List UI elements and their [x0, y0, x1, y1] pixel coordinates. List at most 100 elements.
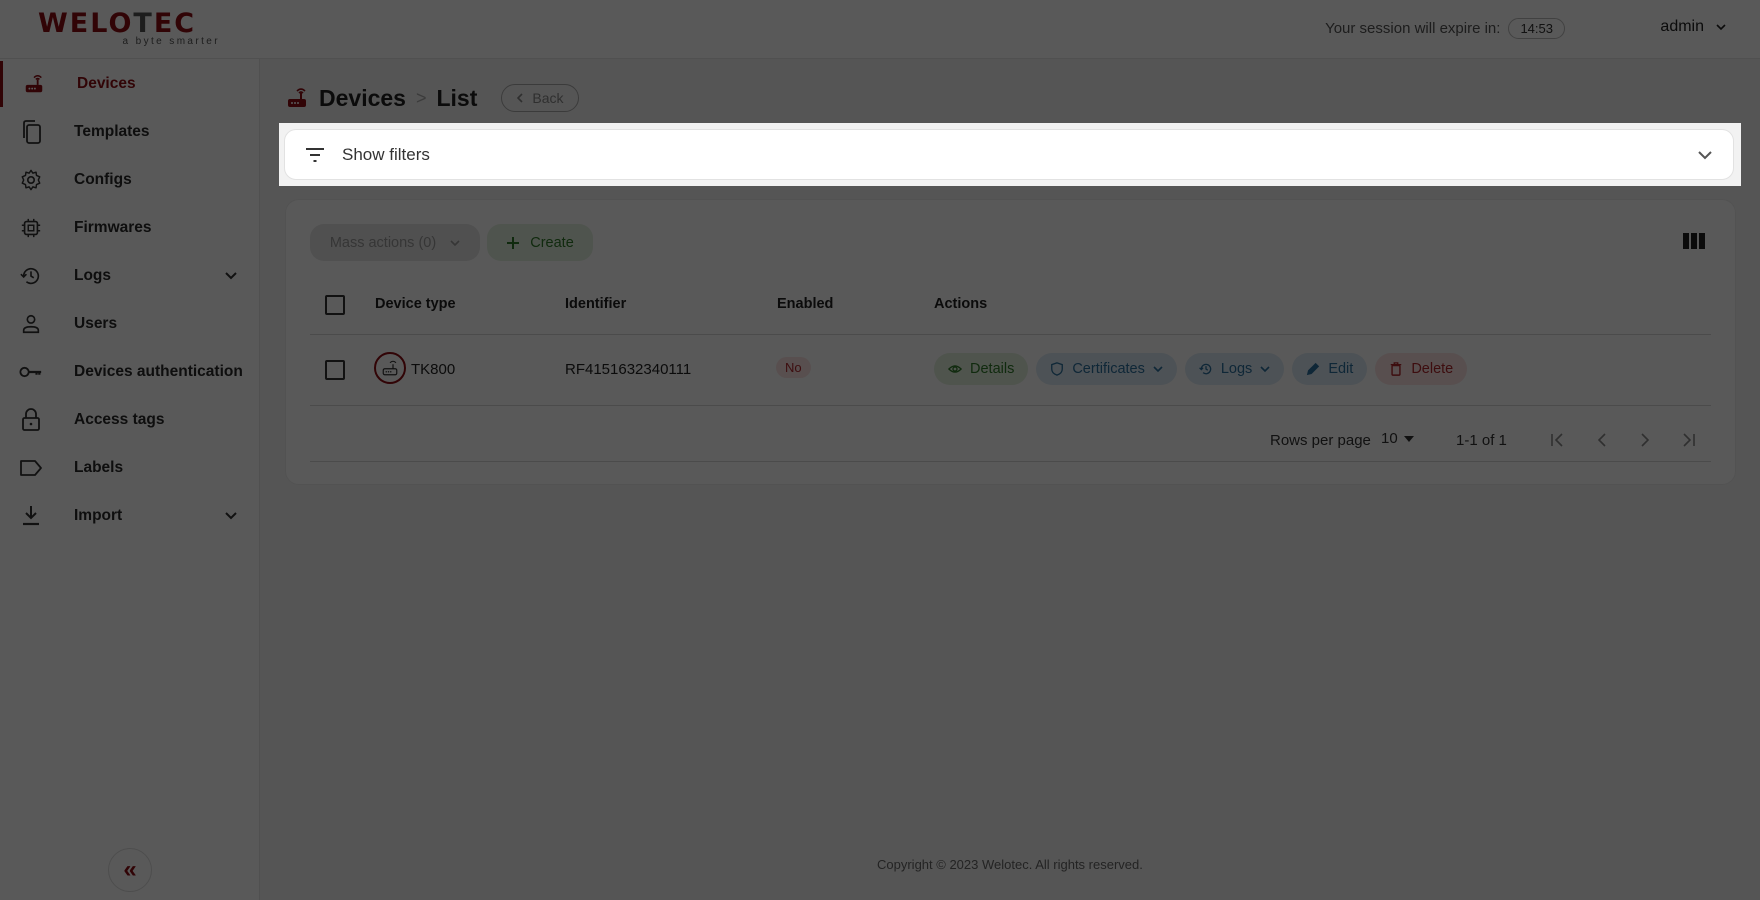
history-icon: [1198, 363, 1212, 375]
column-header-device-type[interactable]: Device type: [375, 296, 456, 312]
sidebar-item-logs[interactable]: Logs: [0, 253, 259, 299]
logs-label: Logs: [1220, 361, 1253, 377]
create-button[interactable]: Create: [487, 224, 593, 261]
gear-icon: [19, 168, 43, 192]
mass-actions-button[interactable]: Mass actions (0): [310, 224, 480, 261]
page-title: List: [436, 84, 478, 111]
router-icon: [22, 72, 46, 96]
logo-part: EC: [153, 8, 197, 39]
chip-icon: [19, 216, 43, 240]
next-page-button[interactable]: [1633, 428, 1657, 452]
router-icon: [374, 352, 406, 384]
delete-label: Delete: [1411, 361, 1454, 377]
previous-page-button[interactable]: [1590, 428, 1614, 452]
show-filters-label: Show filters: [342, 144, 430, 164]
sidebar-item-configs[interactable]: Configs: [0, 157, 259, 203]
chevron-down-icon: [450, 239, 460, 246]
chevron-down-icon: [1153, 366, 1163, 373]
sidebar-item-label: Users: [74, 315, 118, 332]
filter-highlight: Show filters: [279, 123, 1741, 186]
lock-icon: [19, 408, 43, 432]
chevron-down-icon: [225, 512, 237, 520]
chevron-left-icon: [1597, 433, 1606, 447]
sidebar-item-label: Templates: [74, 123, 150, 140]
first-page-button[interactable]: [1546, 428, 1570, 452]
row-checkbox[interactable]: [325, 360, 345, 380]
sidebar: Devices Templates Configs Firmwares Logs…: [0, 59, 260, 900]
filter-icon: [306, 148, 324, 162]
breadcrumb-root[interactable]: Devices: [319, 85, 406, 112]
label-icon: [19, 456, 43, 480]
history-icon: [19, 264, 43, 288]
sidebar-item-devices-authentication[interactable]: Devices authentication: [0, 349, 259, 395]
select-all-checkbox[interactable]: [325, 295, 345, 315]
chevron-down-icon: [1260, 366, 1270, 373]
user-icon: [19, 312, 43, 336]
sidebar-item-labels[interactable]: Labels: [0, 445, 259, 491]
device-type-cell: TK800: [411, 361, 456, 378]
details-button[interactable]: Details: [934, 353, 1029, 385]
router-icon: [288, 88, 306, 107]
columns-toggle-icon[interactable]: [1683, 233, 1705, 249]
certificates-label: Certificates: [1072, 361, 1145, 377]
chevron-right-icon: [1641, 433, 1650, 447]
user-menu[interactable]: admin: [1660, 18, 1726, 36]
identifier-cell: RF4151632340111: [565, 361, 692, 378]
sidebar-item-label: Access tags: [74, 411, 165, 428]
devices-table-card: Mass actions (0) Create Device type Iden…: [285, 199, 1736, 485]
session-info: Your session will expire in: 14:53: [1325, 18, 1565, 39]
edit-label: Edit: [1328, 361, 1354, 377]
session-label: Your session will expire in:: [1325, 20, 1501, 37]
mass-actions-label: Mass actions (0): [329, 234, 437, 251]
logs-button[interactable]: Logs: [1184, 353, 1285, 385]
details-label: Details: [970, 361, 1015, 377]
sidebar-item-label: Configs: [74, 171, 132, 188]
sidebar-item-access-tags[interactable]: Access tags: [0, 397, 259, 443]
delete-button[interactable]: Delete: [1375, 353, 1468, 385]
plus-icon: [507, 236, 520, 249]
shield-icon: [1051, 362, 1064, 376]
rows-per-page-label: Rows per page: [1270, 432, 1371, 449]
collapse-sidebar-button[interactable]: «: [108, 848, 152, 892]
edit-button[interactable]: Edit: [1292, 353, 1368, 385]
user-name: admin: [1660, 18, 1704, 35]
pencil-icon: [1307, 362, 1320, 376]
sidebar-item-import[interactable]: Import: [0, 493, 259, 539]
logo-part: T: [133, 8, 154, 39]
trash-icon: [1391, 362, 1402, 376]
column-header-identifier[interactable]: Identifier: [565, 296, 626, 312]
sidebar-item-firmwares[interactable]: Firmwares: [0, 205, 259, 251]
key-icon: [19, 360, 43, 384]
sidebar-item-label: Logs: [74, 267, 112, 284]
row-actions: Details Certificates Logs Edit Delete: [934, 353, 1468, 385]
sidebar-item-label: Firmwares: [74, 219, 152, 236]
rows-per-page-value: 10: [1381, 430, 1398, 447]
double-chevron-left-icon: «: [123, 856, 137, 883]
column-header-enabled[interactable]: Enabled: [777, 296, 833, 312]
back-button[interactable]: Back: [501, 84, 579, 112]
caret-down-icon: [1403, 435, 1414, 442]
first-page-icon: [1551, 433, 1563, 447]
welotec-logo[interactable]: WELOTEC a byte smarter: [38, 10, 228, 50]
logo-wordmark: WELOTEC: [38, 10, 228, 38]
copy-icon: [19, 120, 43, 144]
sidebar-item-devices[interactable]: Devices: [0, 61, 259, 107]
certificates-button[interactable]: Certificates: [1036, 353, 1177, 385]
show-filters-toggle[interactable]: Show filters: [284, 129, 1734, 180]
logo-part: WELO: [38, 8, 134, 39]
sidebar-item-users[interactable]: Users: [0, 301, 259, 347]
chevron-down-icon: [1716, 24, 1726, 31]
breadcrumb: Devices > List Back: [285, 84, 579, 112]
rows-per-page-select[interactable]: 10: [1381, 430, 1414, 447]
eye-icon: [948, 365, 962, 373]
header-divider: [310, 334, 1711, 335]
session-timer: 14:53: [1508, 18, 1565, 39]
footer-copyright: Copyright © 2023 Welotec. All rights res…: [877, 857, 1143, 872]
last-page-button[interactable]: [1676, 428, 1700, 452]
sidebar-item-label: Labels: [74, 459, 124, 476]
download-icon: [19, 504, 43, 528]
top-header: WELOTEC a byte smarter Your session will…: [0, 0, 1760, 59]
breadcrumb-separator: >: [415, 87, 427, 108]
pagination-range: 1-1 of 1: [1456, 432, 1507, 449]
sidebar-item-templates[interactable]: Templates: [0, 109, 259, 155]
